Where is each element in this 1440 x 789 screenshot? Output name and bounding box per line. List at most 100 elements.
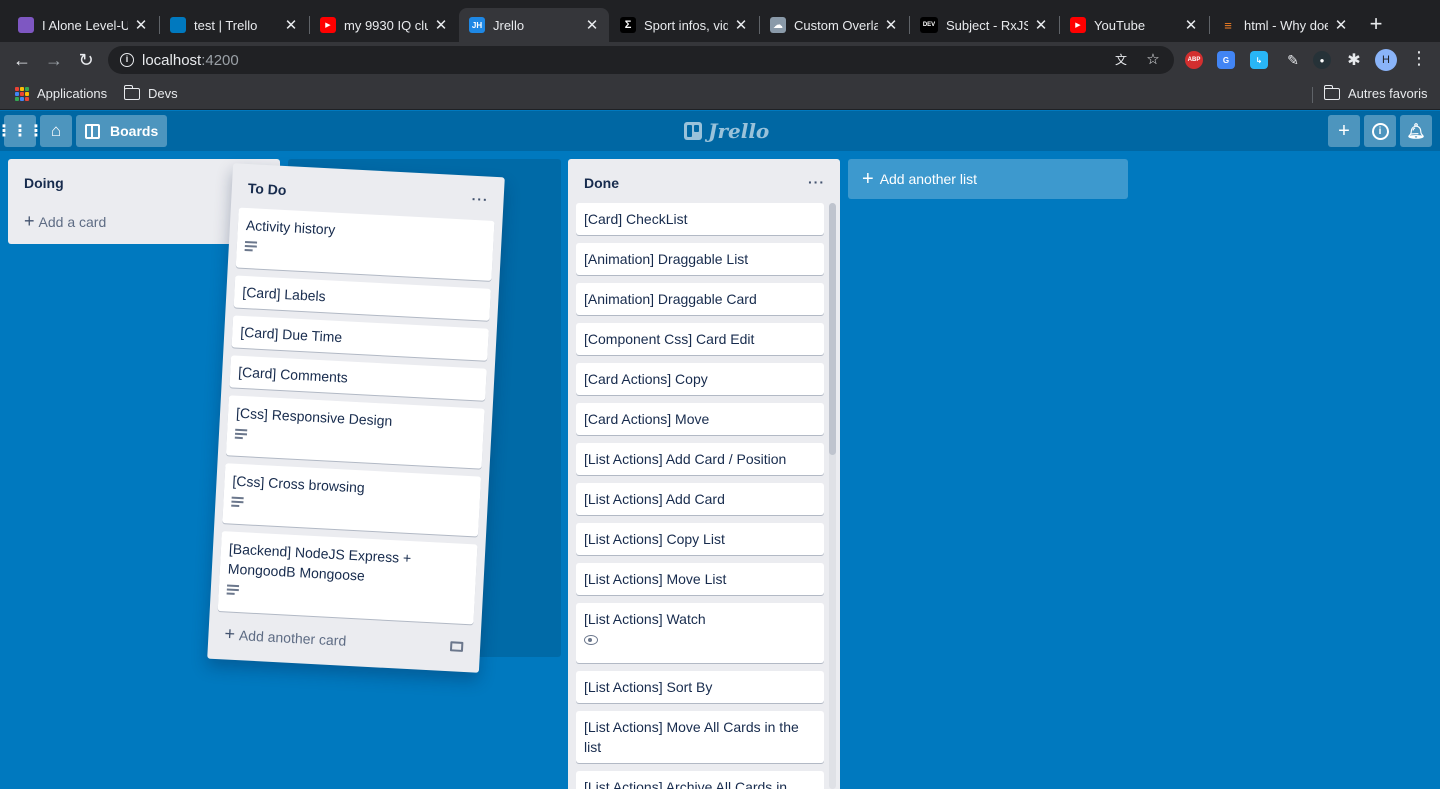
boards-label: Boards xyxy=(110,123,159,139)
list-scrollbar-thumb[interactable] xyxy=(829,203,836,455)
card[interactable]: [Card Actions] Move xyxy=(576,403,824,435)
google-translate-icon[interactable]: G xyxy=(1217,51,1235,69)
card-title: [Css] Cross browsing xyxy=(232,472,366,496)
plus-icon: + xyxy=(862,167,874,190)
add-card-button[interactable]: + Add another card xyxy=(224,623,347,650)
jrello-logo[interactable]: Jrello xyxy=(684,119,769,143)
more-vertical-icon[interactable]: ⋮ xyxy=(1410,48,1428,69)
close-icon[interactable]: ✕ xyxy=(284,16,298,34)
tab-title: I Alone Level-U xyxy=(42,17,128,33)
bookmark-folder-devs[interactable]: Devs xyxy=(123,84,178,101)
close-icon[interactable]: ✕ xyxy=(585,16,599,34)
tab-title: my 9930 IQ clu xyxy=(344,17,428,33)
create-button[interactable]: + xyxy=(1328,115,1360,147)
card[interactable]: [List Actions] Sort By xyxy=(576,671,824,703)
card[interactable]: [Css] Responsive Design xyxy=(225,395,485,469)
new-tab-button[interactable]: + xyxy=(1366,12,1386,36)
list-menu-button[interactable]: ··· xyxy=(471,191,489,208)
card-title: [Card] Due Time xyxy=(239,323,343,346)
extension-arrow-icon[interactable]: ↳ xyxy=(1250,51,1268,69)
description-icon xyxy=(227,584,240,595)
browser-tab[interactable]: test | Trello ✕ xyxy=(160,8,308,42)
apps-menu-button[interactable]: ⋮⋮⋮ xyxy=(0,115,44,147)
card[interactable]: [List Actions] Copy List xyxy=(576,523,824,555)
browser-tab[interactable]: DEV Subject - RxJS ✕ xyxy=(910,8,1058,42)
card[interactable]: [Card] Labels xyxy=(233,275,491,321)
apps-grid-icon xyxy=(15,86,29,101)
list-title[interactable]: To Do xyxy=(247,180,286,198)
youtube-icon: ▶ xyxy=(1070,17,1086,33)
card[interactable]: [Card] CheckList xyxy=(576,203,824,235)
close-icon[interactable]: ✕ xyxy=(434,16,448,34)
card-title: [Card Actions] Move xyxy=(584,411,710,427)
youtube-icon: ▶ xyxy=(320,17,336,33)
bookmark-star-icon[interactable]: ☆ xyxy=(1144,52,1162,68)
home-button[interactable]: ⌂ xyxy=(40,115,72,147)
translate-icon[interactable]: 文 xyxy=(1112,52,1130,68)
card-template-icon[interactable] xyxy=(449,641,464,652)
list-title[interactable]: Doing xyxy=(24,175,64,191)
browser-tab[interactable]: ≡ html - Why doe ✕ xyxy=(1210,8,1358,42)
card[interactable]: [Card] Due Time xyxy=(231,315,489,361)
close-icon[interactable]: ✕ xyxy=(884,16,898,34)
card[interactable]: [List Actions] Add Card xyxy=(576,483,824,515)
close-icon[interactable]: ✕ xyxy=(1334,16,1348,34)
add-list-button[interactable]: + Add another list xyxy=(848,159,1128,199)
card[interactable]: [Css] Cross browsing xyxy=(222,463,482,537)
avatar[interactable]: H xyxy=(1375,49,1397,71)
close-icon[interactable]: ✕ xyxy=(734,16,748,34)
reload-icon[interactable]: ↻ xyxy=(74,48,98,72)
browser-tab-active[interactable]: JH Jrello ✕ xyxy=(459,8,609,42)
card-title: Activity history xyxy=(245,216,336,238)
list-menu-button[interactable]: ··· xyxy=(808,174,825,190)
adblock-icon[interactable]: ABP xyxy=(1185,51,1203,69)
app-header: ⋮⋮⋮ ⌂ Boards Jrello + i 🔔︎ xyxy=(0,111,1440,151)
browser-tab[interactable]: I Alone Level-U ✕ xyxy=(8,8,158,42)
close-icon[interactable]: ✕ xyxy=(1034,16,1048,34)
bookmark-applications[interactable]: Applications xyxy=(15,86,107,101)
bookmark-other-favorites[interactable]: Autres favoris xyxy=(1323,84,1427,101)
card-title: [Card] Comments xyxy=(237,363,349,386)
browser-tab[interactable]: ▶ my 9930 IQ clu ✕ xyxy=(310,8,458,42)
card[interactable]: [Animation] Draggable List xyxy=(576,243,824,275)
card[interactable]: [Animation] Draggable Card xyxy=(576,283,824,315)
list-todo-dragging[interactable]: To Do ··· Activity history [Card] Labels… xyxy=(207,163,505,673)
trello-icon xyxy=(170,17,186,33)
tab-title: YouTube xyxy=(1094,17,1146,33)
card[interactable]: Activity history xyxy=(235,207,495,281)
tab-title: Custom Overla xyxy=(794,17,878,33)
card[interactable]: [Card Actions] Copy xyxy=(576,363,824,395)
card[interactable]: [List Actions] Archive All Cards in xyxy=(576,771,824,789)
card-title: [List Actions] Copy List xyxy=(584,531,725,547)
address-bar[interactable]: i localhost:4200 文 ☆ xyxy=(108,46,1174,74)
browser-tab[interactable]: Σ Sport infos, vid ✕ xyxy=(610,8,758,42)
forward-arrow-icon[interactable]: → xyxy=(42,48,66,72)
card[interactable]: [List Actions] Move List xyxy=(576,563,824,595)
site-info-icon[interactable]: i xyxy=(120,53,134,67)
card[interactable]: [List Actions] Move All Cards in the lis… xyxy=(576,711,824,763)
close-icon[interactable]: ✕ xyxy=(1184,16,1198,34)
card[interactable]: [Card] Comments xyxy=(229,355,487,401)
card-title: [Card Actions] Copy xyxy=(584,371,708,387)
browser-tab[interactable]: ▶ YouTube ✕ xyxy=(1060,8,1208,42)
card-title: [Card] Labels xyxy=(242,283,327,305)
adblock-label: ABP xyxy=(1187,57,1201,63)
sport-icon: Σ xyxy=(620,17,636,33)
tab-title: Sport infos, vid xyxy=(644,17,728,33)
puzzle-icon[interactable]: ✱ xyxy=(1345,51,1363,69)
info-icon: i xyxy=(1371,122,1389,140)
list-title[interactable]: Done xyxy=(584,175,619,191)
notifications-button[interactable]: 🔔︎ xyxy=(1400,115,1432,147)
add-card-button[interactable]: + Add a card xyxy=(24,211,106,232)
colorful-extension-icon[interactable]: ● xyxy=(1313,51,1331,69)
info-button[interactable]: i xyxy=(1364,115,1396,147)
browser-tab[interactable]: ☁ Custom Overla ✕ xyxy=(760,8,908,42)
card[interactable]: [List Actions] Watch xyxy=(576,603,824,663)
back-arrow-icon[interactable]: ← xyxy=(10,48,34,72)
boards-button[interactable]: Boards xyxy=(76,115,167,147)
card[interactable]: [List Actions] Add Card / Position xyxy=(576,443,824,475)
card[interactable]: [Backend] NodeJS Express + MongoodB Mong… xyxy=(217,531,478,625)
close-icon[interactable]: ✕ xyxy=(134,16,148,34)
pen-icon[interactable]: ✎ xyxy=(1284,51,1302,69)
card[interactable]: [Component Css] Card Edit xyxy=(576,323,824,355)
